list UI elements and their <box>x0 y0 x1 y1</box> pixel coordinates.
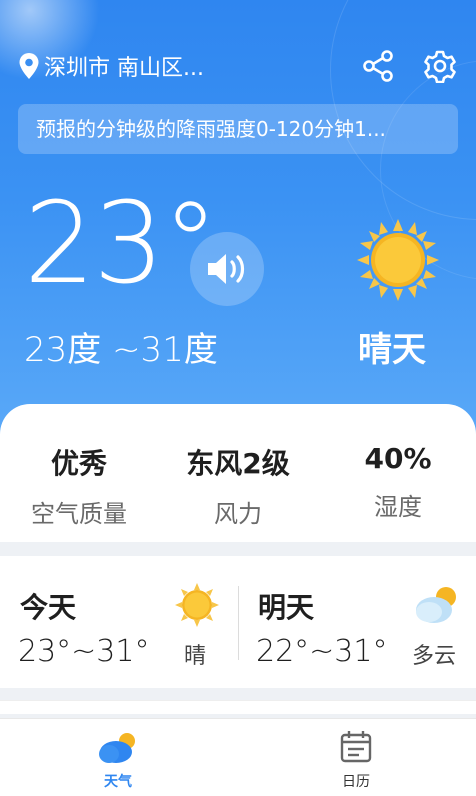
current-temperature: 23° <box>24 179 219 309</box>
wind-label: 风力 <box>214 500 262 528</box>
temperature-range: 23度 ~31度 <box>24 330 218 370</box>
weather-hero: 深圳市 南山区... 预报的分钟级的降雨强度0-120分钟1... 23° 23… <box>0 0 476 440</box>
humidity-label: 湿度 <box>374 493 422 521</box>
settings-gear-icon[interactable] <box>422 48 458 84</box>
cloudy-icon <box>412 582 458 628</box>
tomorrow-condition: 多云 <box>412 644 457 669</box>
tomorrow-title: 明天 <box>258 591 315 624</box>
wind-stat: 东风2级 风力 <box>178 442 298 529</box>
tab-calendar[interactable]: 日历 <box>316 729 396 791</box>
location-label[interactable]: 深圳市 南山区... <box>44 50 204 82</box>
tomorrow-temp-range: 22°~31° <box>256 634 388 669</box>
tab-calendar-label: 日历 <box>342 774 370 790</box>
current-condition: 晴天 <box>358 330 426 370</box>
today-title: 今天 <box>20 591 77 624</box>
forecast-card: 今天 23°~31° 晴 明天 22°~31° 多云 <box>0 556 476 688</box>
bottom-tab-bar: 天气 日历 <box>0 718 476 796</box>
humidity-value: 40% <box>364 442 432 475</box>
wind-value: 东风2级 <box>186 447 290 480</box>
calendar-icon <box>340 731 372 763</box>
top-bar: 深圳市 南山区... <box>18 46 458 86</box>
rain-forecast-notice[interactable]: 预报的分钟级的降雨强度0-120分钟1... <box>18 104 458 154</box>
air-quality-label: 空气质量 <box>31 500 127 528</box>
speaker-icon <box>208 254 245 284</box>
weather-stats-card: 优秀 空气质量 东风2级 风力 40% 湿度 <box>0 404 476 542</box>
today-temp-range: 23°~31° <box>18 634 150 669</box>
humidity-stat: 40% 湿度 <box>346 442 450 522</box>
forecast-divider <box>238 586 239 660</box>
sun-icon <box>174 582 220 628</box>
weather-cloud-icon <box>99 733 135 763</box>
air-quality-value: 优秀 <box>50 447 107 480</box>
voice-broadcast-button[interactable] <box>190 232 264 306</box>
location-pin-icon <box>18 52 40 80</box>
today-condition: 晴 <box>184 644 207 669</box>
top-actions <box>360 48 458 84</box>
share-icon[interactable] <box>360 48 396 84</box>
sun-icon <box>356 218 440 302</box>
air-quality-stat: 优秀 空气质量 <box>24 442 134 529</box>
tab-weather-label: 天气 <box>104 774 132 790</box>
list-peek <box>0 700 476 714</box>
tab-weather[interactable]: 天气 <box>78 729 158 791</box>
